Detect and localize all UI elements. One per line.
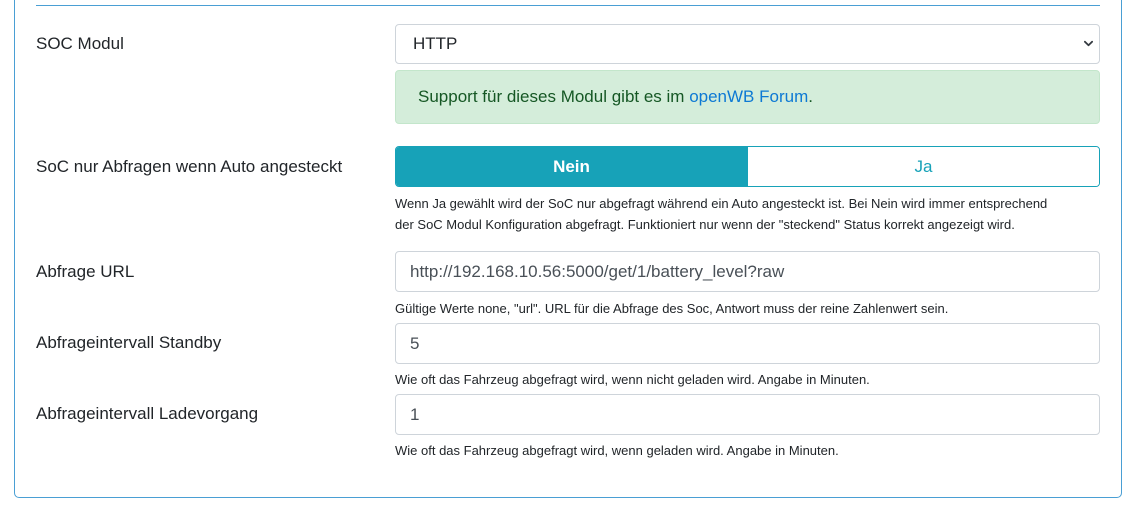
soc-modul-select[interactable]: HTTP (395, 24, 1100, 64)
section-divider (36, 5, 1100, 6)
openwb-forum-link[interactable]: openWB Forum (689, 87, 808, 106)
toggle-option-nein[interactable]: Nein (396, 147, 747, 186)
interval-charging-label: Abfrageintervall Ladevorgang (36, 404, 259, 423)
chevron-down-icon (1084, 40, 1093, 47)
interval-standby-input[interactable]: 5 (395, 323, 1100, 364)
interval-standby-help: Wie oft das Fahrzeug abgefragt wird, wen… (395, 372, 870, 387)
support-alert: Support für dieses Modul gibt es im open… (395, 70, 1100, 124)
abfrage-url-help: Gültige Werte none, "url". URL für die A… (395, 301, 949, 316)
interval-standby-label: Abfrageintervall Standby (36, 333, 222, 352)
soc-plugged-help-line1: Wenn Ja gewählt wird der SoC nur abgefra… (395, 196, 1048, 211)
toggle-option-ja[interactable]: Ja (747, 147, 1099, 186)
interval-charging-input[interactable]: 1 (395, 394, 1100, 435)
soc-modul-label: SOC Modul (36, 34, 124, 53)
abfrage-url-label: Abfrage URL (36, 262, 135, 281)
support-alert-suffix: . (808, 87, 813, 106)
soc-plugged-toggle: Nein Ja (395, 146, 1100, 187)
support-alert-text: Support für dieses Modul gibt es im (418, 87, 690, 106)
soc-plugged-label: SoC nur Abfragen wenn Auto angesteckt (36, 157, 343, 176)
abfrage-url-input[interactable]: http://192.168.10.56:5000/get/1/battery_… (395, 251, 1100, 292)
interval-charging-help: Wie oft das Fahrzeug abgefragt wird, wen… (395, 443, 839, 458)
soc-plugged-help: Wenn Ja gewählt wird der SoC nur abgefra… (395, 193, 1110, 235)
soc-modul-selected-value: HTTP (413, 34, 458, 53)
soc-plugged-help-line2: der SoC Modul Konfiguration abgefragt. F… (395, 217, 1015, 232)
